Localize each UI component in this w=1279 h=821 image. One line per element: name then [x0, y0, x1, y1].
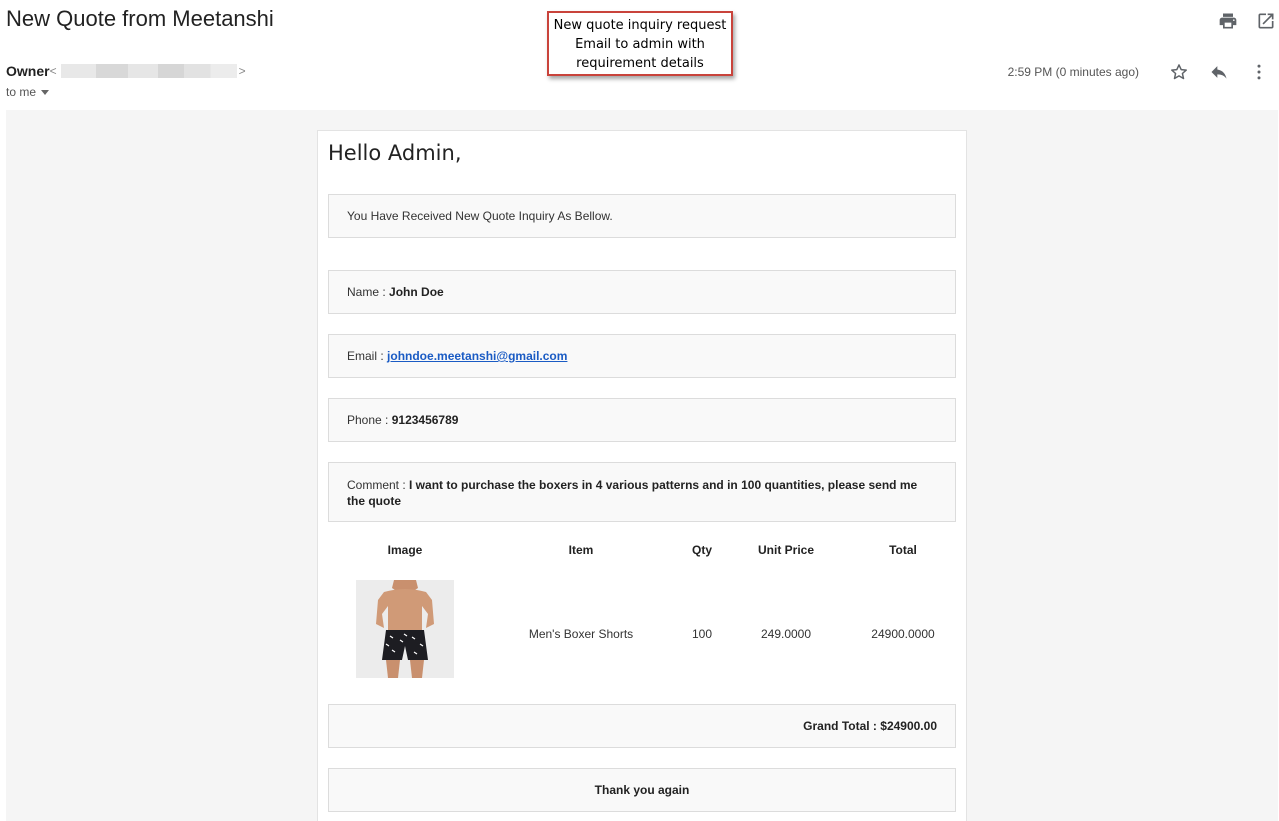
dropdown-caret-icon: [41, 89, 50, 95]
header-image: Image: [387, 543, 423, 557]
thanks-text: Thank you again: [594, 783, 690, 797]
sender-close-bracket: >: [238, 64, 246, 78]
product-image: [356, 580, 454, 678]
email-label: Email :: [347, 349, 384, 363]
phone-value: 9123456789: [391, 413, 459, 427]
callout-line-1: New quote inquiry request: [553, 18, 727, 33]
greeting: Hello Admin,: [328, 141, 462, 165]
sender-info: Owner < >: [6, 63, 246, 79]
reply-icon[interactable]: [1199, 60, 1239, 84]
phone-box: Phone : 9123456789: [328, 398, 956, 442]
email-link[interactable]: johndoe.meetanshi@gmail.com: [387, 349, 567, 363]
phone-label: Phone :: [347, 413, 389, 427]
thanks-box: Thank you again: [328, 768, 956, 812]
header-unit-price: Unit Price: [757, 543, 815, 557]
callout-line-2: Email to admin with: [575, 37, 705, 52]
redacted-sender-email: [60, 64, 237, 78]
name-label: Name :: [347, 285, 386, 299]
top-toolbar: [1217, 10, 1279, 32]
callout-line-3: requirement details: [576, 56, 704, 71]
print-icon[interactable]: [1217, 10, 1239, 32]
comment-value: I want to purchase the boxers in 4 vario…: [347, 478, 918, 508]
message-meta: 2:59 PM (0 minutes ago): [1008, 60, 1279, 84]
sender-open-bracket: <: [49, 64, 57, 78]
header-item: Item: [568, 543, 594, 557]
row-qty: 100: [691, 627, 713, 641]
intro-text: You Have Received New Quote Inquiry As B…: [347, 209, 613, 223]
email-body-canvas: Hello Admin, You Have Received New Quote…: [6, 110, 1278, 821]
grand-total: Grand Total : $24900.00: [803, 719, 937, 733]
open-in-new-window-icon[interactable]: [1255, 10, 1277, 32]
header-qty: Qty: [691, 543, 713, 557]
recipient-details-toggle[interactable]: to me: [6, 85, 50, 99]
comment-label: Comment :: [347, 478, 410, 492]
header-total: Total: [889, 543, 917, 557]
intro-box: You Have Received New Quote Inquiry As B…: [328, 194, 956, 238]
message-time: 2:59 PM (0 minutes ago): [1007, 65, 1139, 79]
recipient-label: to me: [6, 85, 37, 99]
sender-name: Owner: [6, 63, 50, 79]
grand-total-box: Grand Total : $24900.00: [328, 704, 956, 748]
row-unit-price: 249.0000: [760, 627, 812, 641]
name-value: John Doe: [389, 285, 444, 299]
name-box: Name : John Doe: [328, 270, 956, 314]
annotation-callout: New quote inquiry request Email to admin…: [547, 11, 733, 76]
row-total: 24900.0000: [871, 627, 935, 641]
email-content-card: Hello Admin, You Have Received New Quote…: [317, 130, 967, 821]
more-vert-icon[interactable]: [1239, 60, 1279, 84]
star-icon[interactable]: [1159, 60, 1199, 84]
quote-items-table: Image Item Qty Unit Price Total Men's Bo…: [328, 535, 956, 695]
row-item: Men's Boxer Shorts: [528, 627, 634, 641]
email-subject: New Quote from Meetanshi: [6, 6, 274, 31]
email-box: Email : johndoe.meetanshi@gmail.com: [328, 334, 956, 378]
comment-box: Comment : I want to purchase the boxers …: [328, 462, 956, 522]
